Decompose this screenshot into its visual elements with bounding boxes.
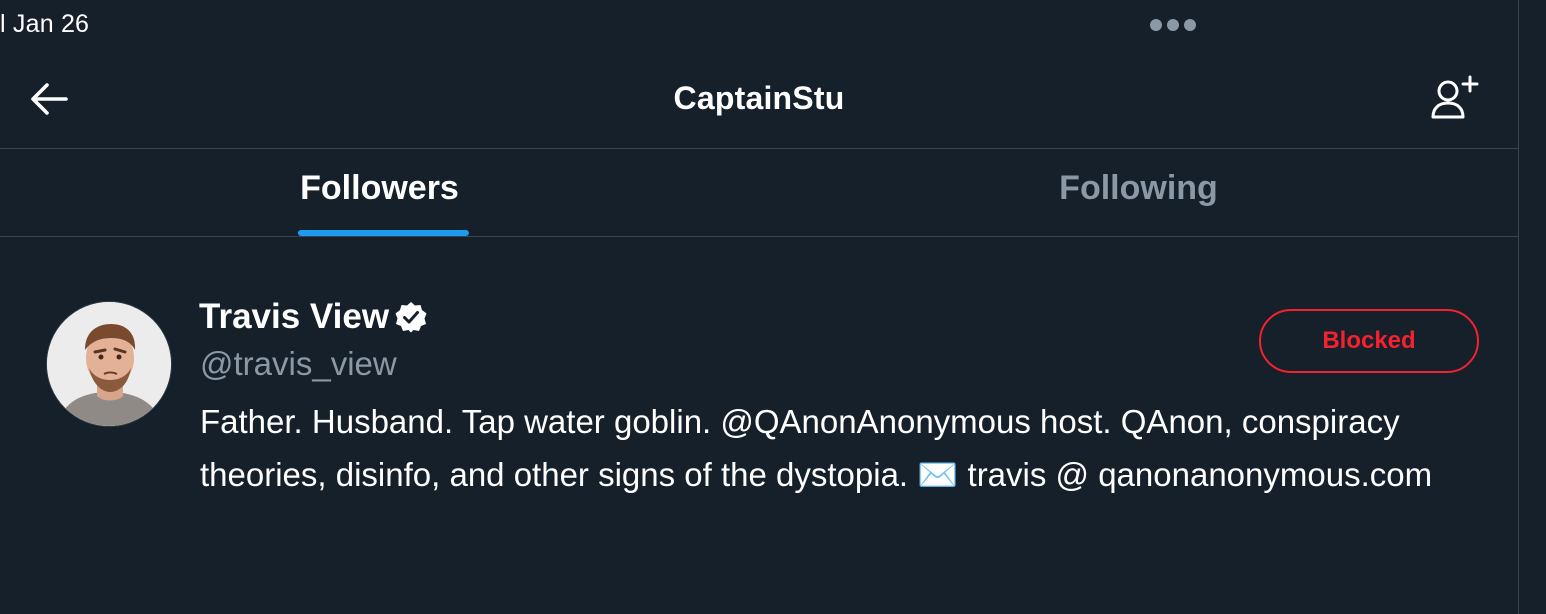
avatar[interactable]: [46, 301, 172, 427]
blocked-button[interactable]: Blocked: [1259, 309, 1479, 373]
user-bio: Father. Husband. Tap water goblin. @QAno…: [200, 403, 1433, 493]
add-user-icon: [1431, 75, 1479, 119]
top-navigation-bar: CaptainStu: [0, 50, 1518, 148]
tab-followers[interactable]: Followers: [0, 149, 759, 236]
user-display-name: Travis View: [199, 297, 390, 336]
tab-following-label: Following: [1059, 169, 1218, 207]
split-view-edge: [1518, 0, 1546, 614]
page-title: CaptainStu: [673, 80, 845, 116]
tab-followers-label: Followers: [300, 169, 459, 207]
follow-tabs: Followers Following: [0, 149, 1518, 236]
add-user-button[interactable]: [1428, 72, 1482, 126]
avatar-photo: [47, 302, 171, 426]
app-screen: l Jan 26 CaptainStu Followers Following: [0, 0, 1546, 614]
user-name-line: Travis View: [199, 297, 428, 337]
user-list-item[interactable]: Travis View @travis_view Father. Husband…: [0, 237, 1518, 614]
user-handle: @travis_view: [200, 345, 397, 382]
status-bar-date: l Jan 26: [0, 10, 90, 38]
tab-following[interactable]: Following: [759, 149, 1518, 236]
multitasking-dots-icon[interactable]: [1150, 19, 1196, 31]
verified-badge-icon: [395, 302, 427, 333]
